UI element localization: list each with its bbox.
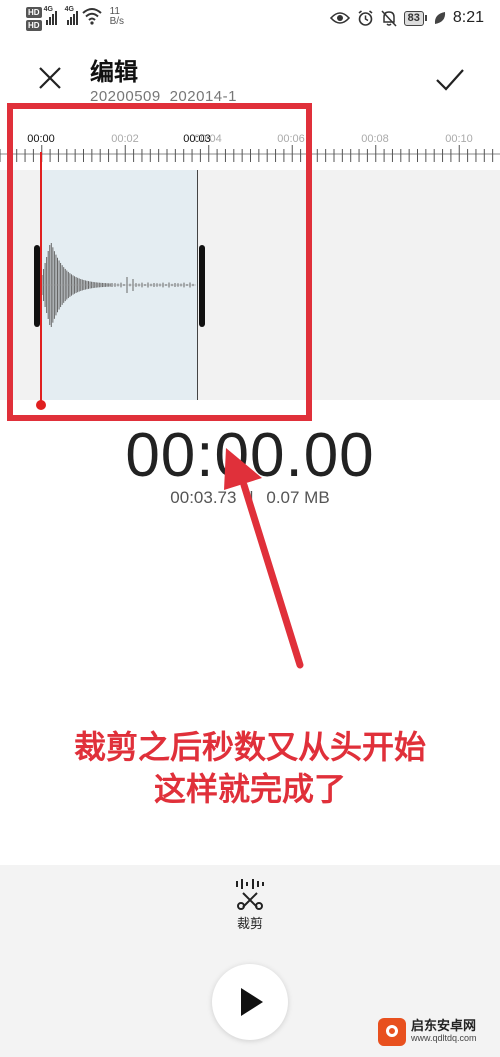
- recording-info: 00:03.73 | 0.07 MB: [0, 488, 500, 508]
- watermark-name: 启东安卓网: [411, 1018, 477, 1033]
- eye-icon: [329, 12, 350, 24]
- scissors-icon: [236, 879, 264, 910]
- tick-label: 00:08: [361, 133, 389, 145]
- watermark-logo-icon: [378, 1018, 406, 1046]
- status-bar: HD HD 4G 4G 11 B/s 83 8:21: [0, 0, 500, 40]
- signal-icon: 4G: [43, 6, 57, 25]
- wifi-icon: [81, 8, 102, 25]
- annotation-text: 这样就完成了: [153, 771, 346, 807]
- network-type: 4G: [43, 6, 53, 13]
- trim-button[interactable]: 裁剪: [220, 875, 280, 935]
- hd-badge: HD: [26, 7, 42, 18]
- network-type: 4G: [64, 6, 74, 13]
- close-button[interactable]: [34, 62, 66, 94]
- watermark: 启东安卓网 www.qdltdq.com: [378, 1018, 477, 1046]
- battery-icon: 83: [403, 10, 427, 26]
- alarm-icon: [358, 9, 373, 26]
- file-size: 0.07 MB: [266, 488, 330, 507]
- confirm-button[interactable]: [432, 64, 468, 96]
- check-icon: [436, 69, 464, 91]
- play-button[interactable]: [212, 964, 288, 1040]
- tick-label: 00:10: [445, 133, 473, 145]
- current-time: 00:00.00: [125, 421, 375, 490]
- trim-label: 裁剪: [236, 916, 263, 931]
- watermark-url: www.qdltdq.com: [411, 1033, 477, 1043]
- leaf-icon: [434, 12, 445, 24]
- annotation-highlight-box: [7, 103, 312, 421]
- separator: |: [249, 488, 254, 507]
- signal-icon: 4G: [64, 6, 78, 25]
- clock: 8:21: [452, 9, 484, 26]
- mute-bell-icon: [381, 9, 397, 27]
- close-icon: [39, 67, 61, 89]
- duration: 00:03.73: [170, 488, 237, 507]
- play-icon: [241, 988, 263, 1016]
- page-title: 编辑: [90, 59, 138, 86]
- net-speed: 11 B/s: [109, 6, 125, 27]
- annotation-text: 裁剪之后秒数又从头开始: [73, 729, 426, 765]
- hd-badge: HD: [26, 20, 42, 31]
